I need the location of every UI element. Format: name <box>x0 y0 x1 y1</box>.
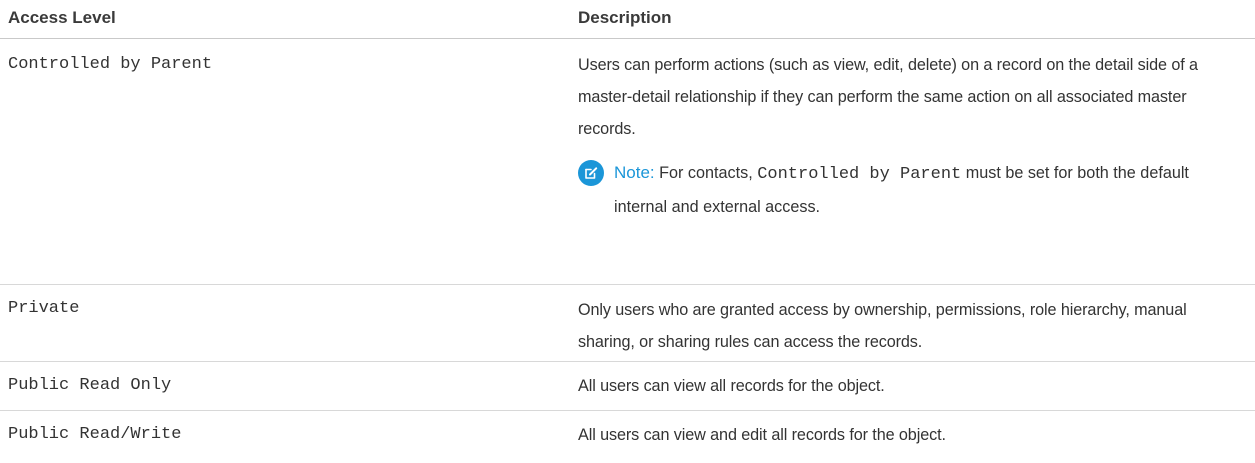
description-cell: All users can view and edit all records … <box>578 426 946 444</box>
note-label: Note: <box>614 163 655 182</box>
edit-note-icon <box>578 160 604 186</box>
access-level-header: Access Level <box>8 8 116 27</box>
description-cell: Users can perform actions (such as view,… <box>566 39 1255 284</box>
access-level-table: Access Level Description Controlled by P… <box>0 0 1255 463</box>
description-header: Description <box>578 8 672 27</box>
table-row: Public Read/Write All users can view and… <box>0 411 1255 463</box>
access-level-cell: Controlled by Parent <box>8 55 213 74</box>
description-cell: Only users who are granted access by own… <box>578 301 1187 351</box>
table-row: Controlled by Parent Users can perform a… <box>0 39 1255 285</box>
table-header-row: Access Level Description <box>0 0 1255 39</box>
access-level-cell: Public Read/Write <box>8 425 182 444</box>
access-level-cell: Private <box>8 299 80 318</box>
note-callout: Note: For contacts, Controlled by Parent… <box>578 157 1225 223</box>
access-level-cell: Public Read Only <box>8 376 172 395</box>
note-text: Note: For contacts, Controlled by Parent… <box>614 157 1225 223</box>
note-code: Controlled by Parent <box>757 165 962 184</box>
description-text: Users can perform actions (such as view,… <box>578 56 1198 138</box>
table-row: Private Only users who are granted acces… <box>0 285 1255 362</box>
description-cell: All users can view all records for the o… <box>578 377 885 395</box>
note-prefix: For contacts, <box>659 164 753 182</box>
table-row: Public Read Only All users can view all … <box>0 362 1255 411</box>
